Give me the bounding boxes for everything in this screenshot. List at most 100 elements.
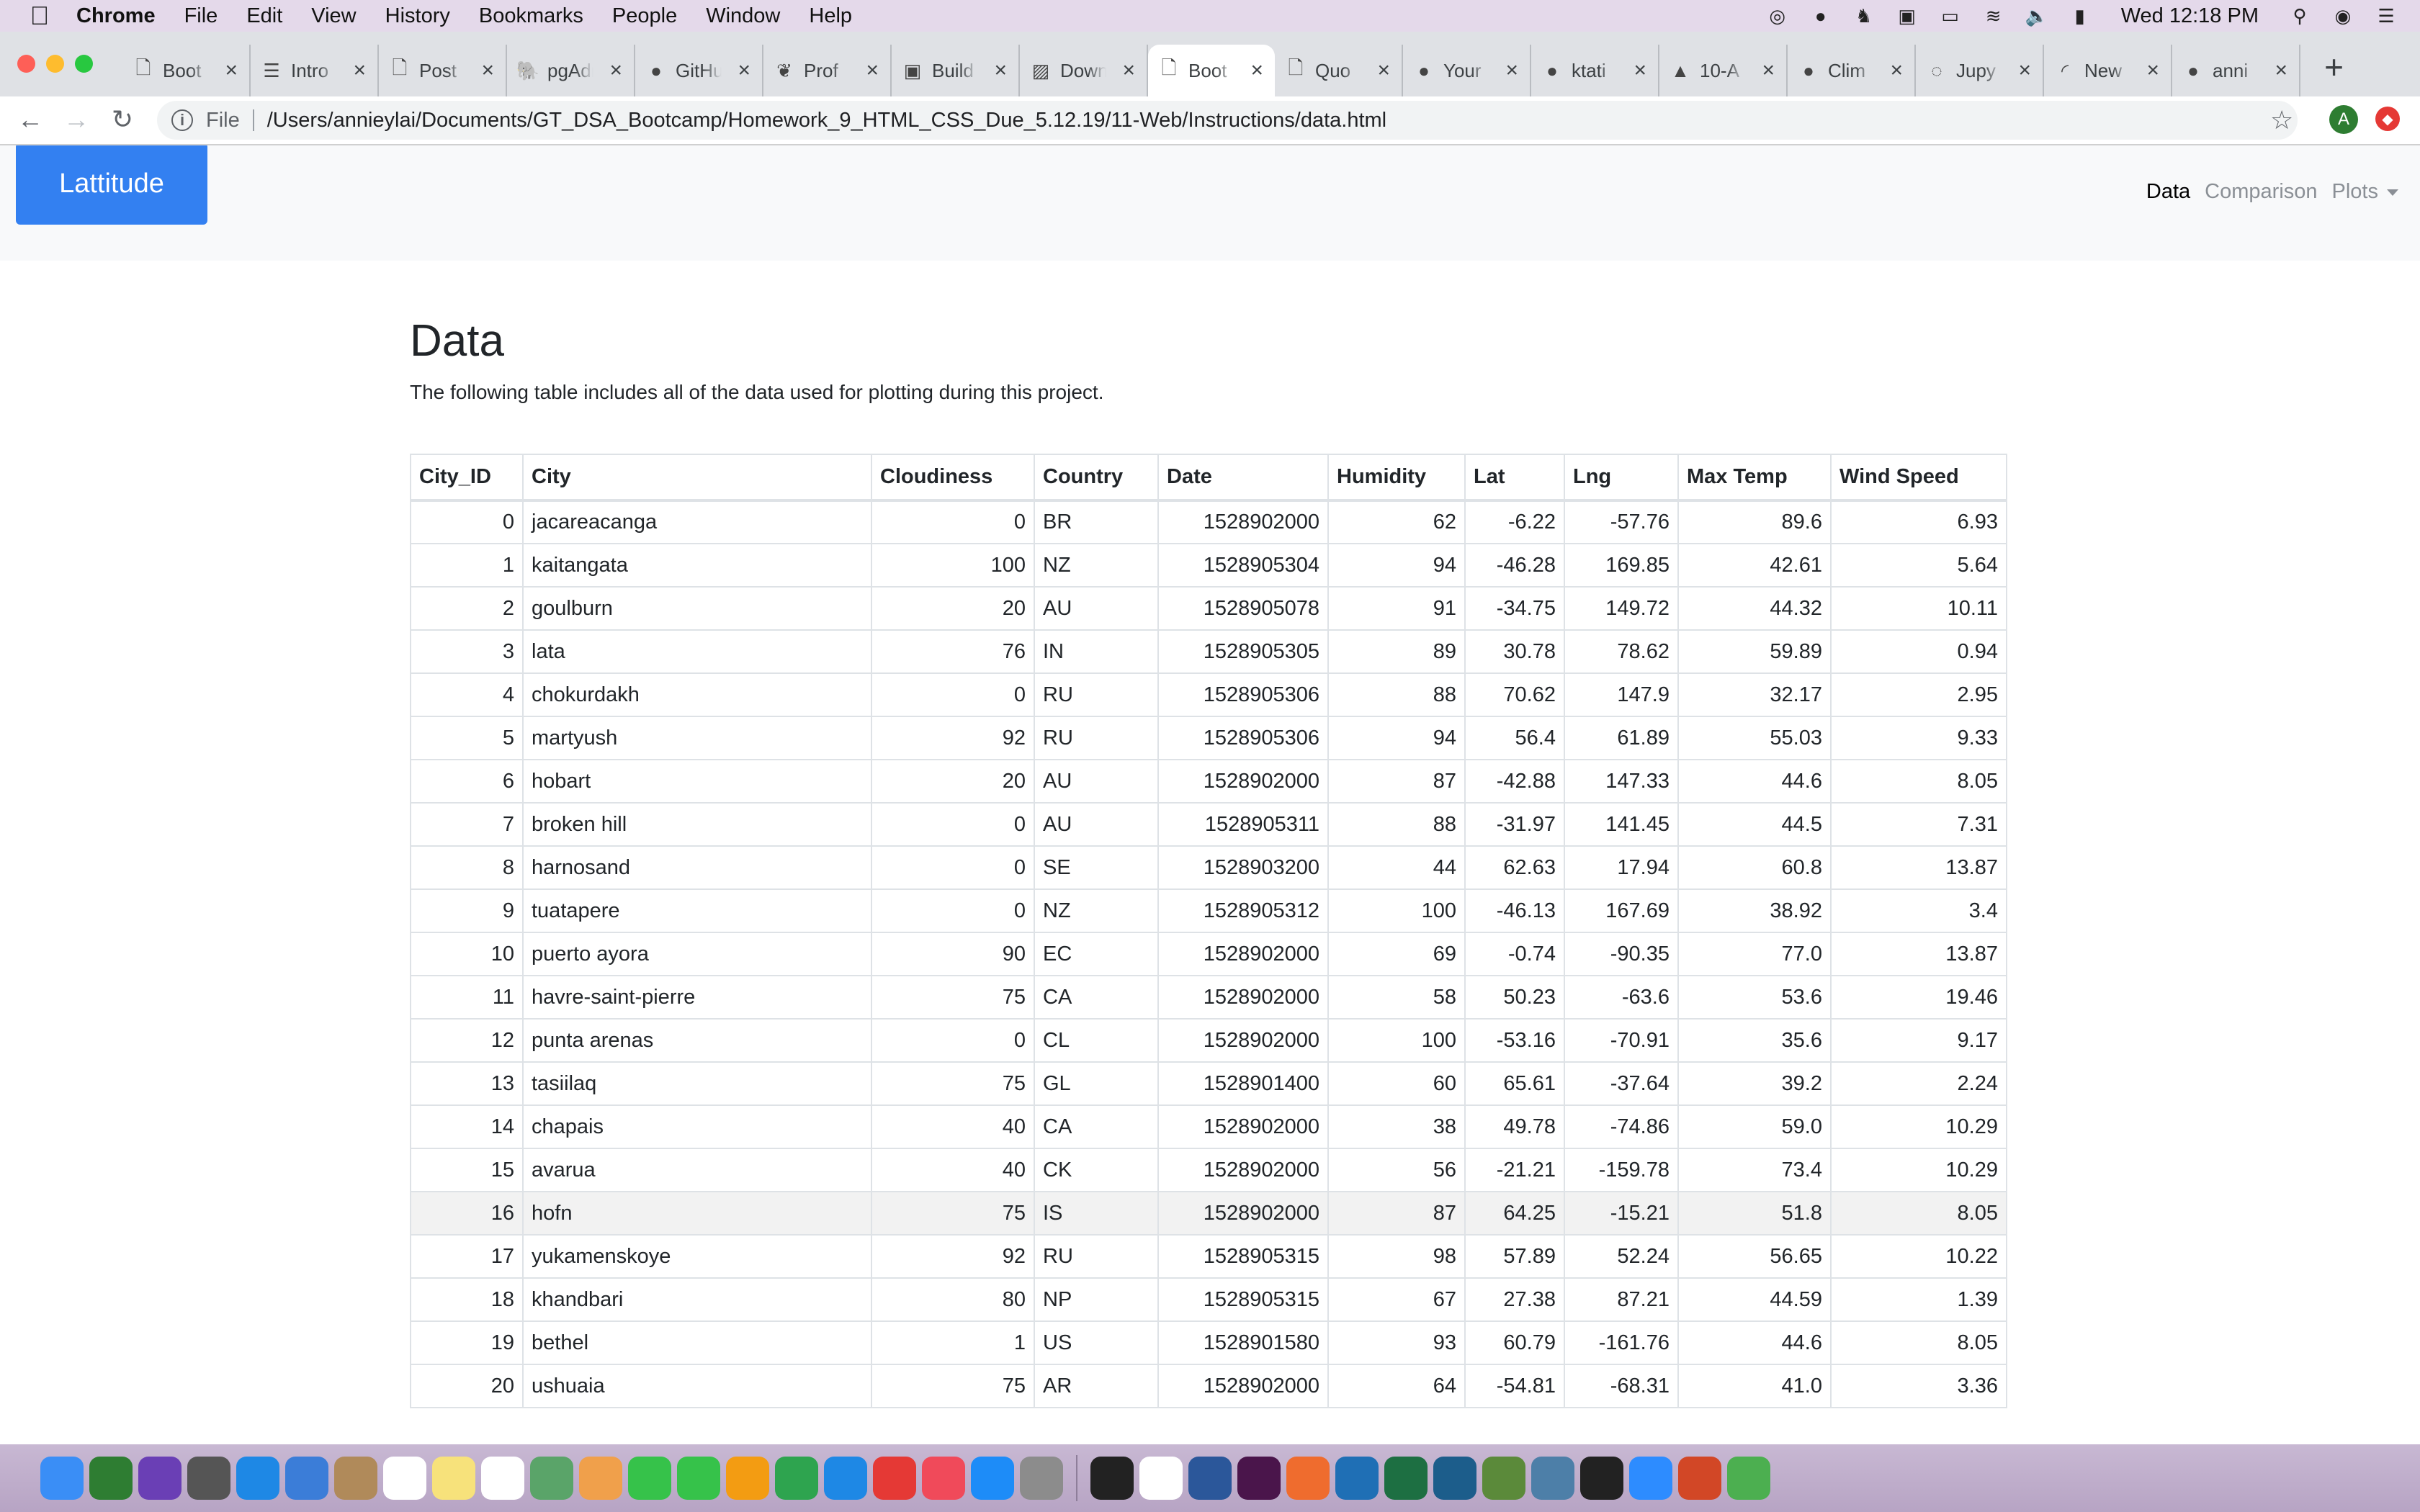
close-tab-icon[interactable]: × (1122, 58, 1135, 83)
tab-14[interactable]: ◌ Jupy × (1916, 45, 2044, 96)
close-tab-icon[interactable]: × (2275, 58, 2287, 83)
close-tab-icon[interactable]: × (1505, 58, 1518, 83)
close-tab-icon[interactable]: × (225, 58, 238, 83)
nav-link-data[interactable]: Data (2146, 180, 2190, 204)
app-store-icon[interactable] (971, 1457, 1014, 1500)
tab-11[interactable]: ● ktati × (1531, 45, 1659, 96)
apple-icon[interactable]:  (27, 1, 52, 30)
tab-0[interactable]: 🗋 Boot × (122, 45, 251, 96)
zoom-icon[interactable] (1629, 1457, 1672, 1500)
close-tab-icon[interactable]: × (2018, 58, 2031, 83)
forward-arrow-icon[interactable]: → (60, 104, 92, 135)
siri-icon[interactable] (138, 1457, 182, 1500)
safari-icon[interactable] (236, 1457, 279, 1500)
wifi-icon[interactable]: ≋ (1981, 5, 2006, 27)
tab-10[interactable]: ● Your × (1403, 45, 1531, 96)
menu-window[interactable]: Window (706, 4, 780, 28)
tab-4[interactable]: ● GitHub × (635, 45, 763, 96)
calendar-icon[interactable] (383, 1457, 426, 1500)
stack-2-icon[interactable] (1531, 1457, 1574, 1500)
address-bar[interactable]: i File /Users/annieylai/Documents/GT_DSA… (157, 101, 2298, 140)
launchpad-icon[interactable] (187, 1457, 230, 1500)
maximize-window-button[interactable] (75, 55, 93, 73)
url-text[interactable]: /Users/annieylai/Documents/GT_DSA_Bootca… (267, 109, 1386, 132)
close-tab-icon[interactable]: × (1634, 58, 1646, 83)
extension-icon[interactable]: ◆ (2375, 107, 2400, 131)
terminal-icon[interactable] (1090, 1457, 1134, 1500)
airplay-icon[interactable]: ▭ (1938, 5, 1963, 27)
tab-1[interactable]: ☰ Intro × (251, 45, 379, 96)
notes-icon[interactable] (432, 1457, 475, 1500)
battery-icon[interactable]: ▮ (2068, 5, 2092, 27)
messages-icon[interactable] (628, 1457, 671, 1500)
back-arrow-icon[interactable]: ← (14, 104, 46, 135)
site-info-icon[interactable]: i (171, 109, 193, 131)
maps-icon[interactable] (530, 1457, 573, 1500)
close-tab-icon[interactable]: × (738, 58, 750, 83)
close-tab-icon[interactable]: × (1762, 58, 1775, 83)
music-icon[interactable] (922, 1457, 965, 1500)
keynote-icon[interactable] (824, 1457, 867, 1500)
screen-record-icon[interactable]: ● (1809, 5, 1833, 27)
stack-1-icon[interactable] (1482, 1457, 1525, 1500)
close-tab-icon[interactable]: × (353, 58, 366, 83)
sync-icon[interactable] (1727, 1457, 1770, 1500)
creative-cloud-icon[interactable]: ◎ (1765, 5, 1790, 27)
tab-9[interactable]: 🗋 Quo × (1275, 45, 1403, 96)
mission-control-icon[interactable] (89, 1457, 133, 1500)
pages-icon[interactable] (726, 1457, 769, 1500)
volume-icon[interactable]: 🔈 (2025, 5, 2049, 27)
close-tab-icon[interactable]: × (994, 58, 1007, 83)
new-tab-button[interactable]: + (2324, 48, 2344, 86)
photos-icon[interactable] (579, 1457, 622, 1500)
notification-center-icon[interactable]: ☰ (2374, 5, 2398, 27)
tab-15[interactable]: ◜ New × (2044, 45, 2172, 96)
slack-icon[interactable] (1237, 1457, 1281, 1500)
close-tab-icon[interactable]: × (609, 58, 622, 83)
brand-button[interactable]: Lattitude (16, 145, 207, 225)
tab-16[interactable]: ● anni × (2172, 45, 2300, 96)
tab-12[interactable]: ▲ 10-A × (1659, 45, 1788, 96)
menu-people[interactable]: People (612, 4, 677, 28)
nav-link-comparison[interactable]: Comparison (2205, 180, 2317, 204)
nav-link-plots[interactable]: Plots (2332, 180, 2398, 204)
numbers-icon[interactable] (775, 1457, 818, 1500)
siri-icon[interactable]: ◉ (2331, 5, 2355, 27)
menu-clock[interactable]: Wed 12:18 PM (2121, 4, 2259, 28)
minimize-window-button[interactable] (46, 55, 64, 73)
close-tab-icon[interactable]: × (481, 58, 494, 83)
preview-icon[interactable] (285, 1457, 328, 1500)
system-preferences-icon[interactable] (1020, 1457, 1063, 1500)
chrome-icon[interactable] (1139, 1457, 1183, 1500)
wd-drive-icon[interactable]: ▣ (1895, 5, 1919, 27)
menu-history[interactable]: History (385, 4, 450, 28)
menu-help[interactable]: Help (809, 4, 852, 28)
contacts-icon[interactable] (334, 1457, 377, 1500)
tab-5[interactable]: ❦ Prof × (763, 45, 892, 96)
bookmark-star-icon[interactable]: ☆ (2270, 105, 2293, 135)
close-tab-icon[interactable]: × (2146, 58, 2159, 83)
menu-app-name[interactable]: Chrome (76, 4, 156, 28)
github-desktop-icon[interactable] (1580, 1457, 1623, 1500)
news-icon[interactable] (873, 1457, 916, 1500)
close-tab-icon[interactable]: × (1890, 58, 1903, 83)
menu-edit[interactable]: Edit (246, 4, 282, 28)
reload-icon[interactable]: ↻ (107, 104, 138, 135)
menu-file[interactable]: File (184, 4, 218, 28)
close-tab-icon[interactable]: × (1377, 58, 1390, 83)
spotlight-search-icon[interactable]: ⚲ (2287, 5, 2312, 27)
tab-3[interactable]: 🐘 pgAdmin × (507, 45, 635, 96)
tab-2[interactable]: 🗋 Post × (379, 45, 507, 96)
close-window-button[interactable] (17, 55, 35, 73)
postman-icon[interactable] (1286, 1457, 1330, 1500)
close-tab-icon[interactable]: × (866, 58, 879, 83)
finder-icon[interactable] (40, 1457, 84, 1500)
word-icon[interactable] (1188, 1457, 1232, 1500)
tab-13[interactable]: ● Clim × (1788, 45, 1916, 96)
reminders-icon[interactable] (481, 1457, 524, 1500)
tab-7[interactable]: ▨ Down × (1020, 45, 1148, 96)
evernote-icon[interactable]: ♞ (1852, 5, 1876, 27)
powerpoint-icon[interactable] (1678, 1457, 1721, 1500)
vscode-icon[interactable] (1335, 1457, 1379, 1500)
facetime-icon[interactable] (677, 1457, 720, 1500)
